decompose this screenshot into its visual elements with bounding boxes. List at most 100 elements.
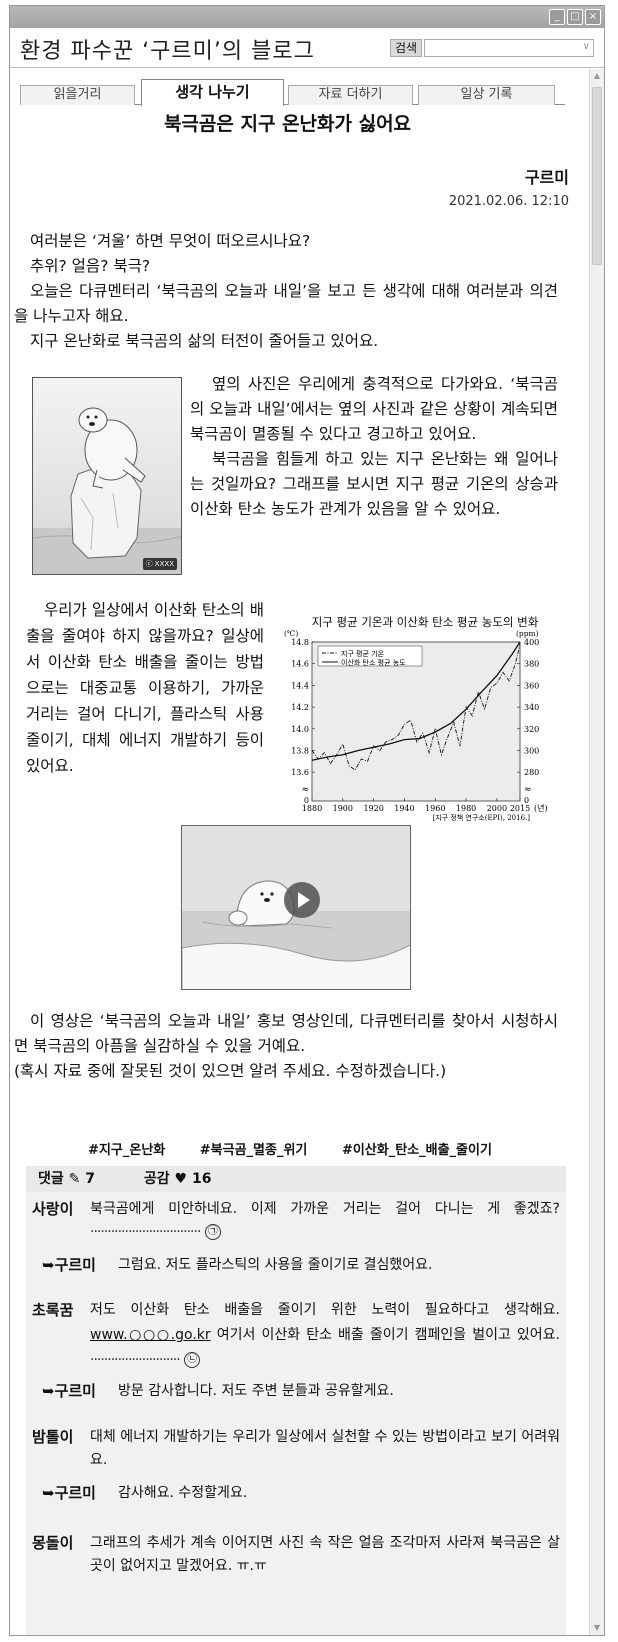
reply-text: 방문 감사합니다. 저도 주변 분들과 공유할게요. (118, 1383, 394, 1399)
comment-text: 북극곰에게 미안하네요. 이제 가까운 거리는 걸어 다니는 게 좋겠죠? (90, 1201, 560, 1217)
tab-reading[interactable]: 읽을거리 (20, 85, 135, 105)
comment-author[interactable]: 초록꿈 (32, 1298, 73, 1323)
y-left-tick-label: 13.6 (291, 768, 309, 777)
polar-bear-photo: ⓒ XXXX (32, 377, 182, 575)
y-left-tick-label: 13.8 (291, 746, 309, 755)
play-icon[interactable] (284, 882, 320, 918)
reply-item: ➥구르미 방문 감사합니다. 저도 주변 분들과 공유할게요. (32, 1380, 560, 1403)
hashtag-link[interactable]: #북극곰_멸종_위기 (200, 1143, 308, 1158)
comment-list: 사랑이 북극곰에게 미안하네요. 이제 가까운 거리는 걸어 다니는 게 좋겠죠… (26, 1192, 566, 1635)
chart-canvas: (℃) (ppm) 13.6 13.8 14.0 14.2 14.4 14.6 14.8 280 3… (284, 629, 548, 822)
y-left-unit: (℃) (284, 629, 298, 638)
intro-line: 오늘은 다큐멘터리 ‘북극곰의 오늘과 내일’을 보고 든 생각에 대해 여러분… (14, 282, 558, 325)
comment-count-label[interactable]: 댓글 (38, 1171, 64, 1187)
x-tick-label: 1980 (456, 804, 476, 813)
x-tick-label: 1920 (363, 804, 383, 813)
video-text: 이 영상은 ‘북극곰의 오늘과 내일’ 홍보 영상인데, 다큐멘터리를 찾아서 … (14, 1012, 558, 1055)
chevron-down-icon[interactable]: ∨ (583, 41, 590, 52)
post-content: 읽을거리 생각 나누기 자료 더하기 일상 기록 북극곰은 지구 온난화가 싫어… (10, 69, 589, 1635)
pencil-icon: ✎ (68, 1171, 81, 1187)
intro-line: 지구 온난화로 북극곰의 삶의 터전이 줄어들고 있어요. (30, 332, 379, 350)
blog-header: 환경 파수꾼 ‘구르미’의 블로그 검색 ∨ (10, 28, 604, 68)
comment-author[interactable]: 밤톨이 (32, 1426, 73, 1449)
minimize-icon[interactable]: _ (549, 9, 565, 25)
campaign-link[interactable]: www.○○○.go.kr (90, 1327, 211, 1343)
y-right-tick-label: 320 (524, 725, 539, 734)
y-right-tick-label: 280 (524, 768, 539, 777)
reply-author[interactable]: ➥구르미 (42, 1380, 96, 1403)
chart-source: [지구 정책 연구소(EPI), 2016.] (432, 813, 530, 822)
reply-author[interactable]: ➥구르미 (42, 1482, 96, 1505)
x-tick-label: 1900 (333, 804, 353, 813)
category-tabs: 읽을거리 생각 나누기 자료 더하기 일상 기록 (20, 79, 565, 106)
scroll-up-icon[interactable]: ▲ (591, 70, 603, 82)
polar-bear-on-ice-illustration (33, 407, 181, 574)
close-icon[interactable]: × (585, 9, 601, 25)
comment-item: 몽돌이 그래프의 추세가 계속 이어지면 사진 속 작은 얼음 조각마저 사라져… (32, 1532, 560, 1578)
comment-item: 사랑이 북극곰에게 미안하네요. 이제 가까운 거리는 걸어 다니는 게 좋겠죠… (32, 1198, 560, 1244)
y-left-tick-label: 14.2 (291, 703, 309, 712)
comment-item: 밤톨이 대체 에너지 개발하기는 우리가 일상에서 실천할 수 있는 방법이라고… (32, 1426, 560, 1472)
comment-count: 7 (85, 1171, 95, 1187)
tab-sharing-thoughts[interactable]: 생각 나누기 (141, 79, 284, 106)
comment-stats-bar: 댓글 ✎ 7 공감 ♥ 16 (26, 1166, 566, 1192)
heart-icon[interactable]: ♥ (175, 1171, 188, 1187)
post-author[interactable]: 구르미 (525, 164, 569, 188)
chart-paragraph: 우리가 일상에서 이산화 탄소의 배출을 줄여야 하지 않을까요? 일상에서 이… (26, 597, 264, 779)
x-tick-label: 1940 (394, 804, 414, 813)
post-date: 2021.02.06. 12:10 (448, 194, 569, 209)
comment-text: 여기서 이산화 탄소 배출 줄이기 캠페인을 벌이고 있어요. (216, 1327, 561, 1343)
scroll-down-icon[interactable]: ▼ (591, 1622, 603, 1634)
chart-text: 우리가 일상에서 이산화 탄소의 배출을 줄여야 하지 않을까요? 일상에서 이… (26, 601, 264, 775)
maximize-icon[interactable]: □ (567, 9, 583, 25)
leader-dots: ·························· (90, 1352, 181, 1368)
license-badge: ⓒ XXXX (142, 558, 177, 570)
y-left-tick-label: 14.0 (291, 725, 309, 734)
y-right-tick-label: 380 (524, 660, 539, 669)
intro-paragraph: 여러분은 ‘겨울’ 하면 무엇이 떠오르시나요? 추위? 얼음? 북극? 오늘은… (14, 229, 558, 354)
comment-author[interactable]: 사랑이 (32, 1198, 73, 1221)
video-note: (혹시 자료 중에 잘못된 것이 있으면 알려 주세요. 수정하겠습니다.) (14, 1062, 447, 1080)
photo-text: 옆의 사진은 우리에게 충격적으로 다가와요. ‘북극곰의 오늘과 내일’에서는… (190, 375, 558, 443)
comment-item: 초록꿈 저도 이산화 탄소 배출을 줄이기 위한 노력이 필요하다고 생각해요.… (32, 1298, 560, 1373)
reply-author[interactable]: ➥구르미 (42, 1254, 96, 1277)
post-title: 북극곰은 지구 온난화가 싫어요 (163, 113, 412, 135)
reply-item: ➥구르미 그럼요. 저도 플라스틱의 사용을 줄이기로 결심했어요. (32, 1254, 560, 1277)
like-count: 16 (191, 1171, 212, 1187)
comment-text: 대체 에너지 개발하기는 우리가 일상에서 실천할 수 있는 방법이라고 보기 … (90, 1429, 560, 1468)
hashtag-link[interactable]: #이산화_탄소_배출_줄이기 (342, 1143, 492, 1158)
scroll-thumb[interactable] (592, 87, 602, 265)
intro-line: 추위? 얼음? 북극? (30, 257, 151, 275)
comment-marker: ㉡ (184, 1352, 201, 1368)
y-right-tick-label: 340 (524, 703, 539, 712)
y-left-tick-label: 14.6 (291, 660, 309, 669)
y-left-tick-label: 14.4 (291, 681, 309, 690)
reply-text: 그럼요. 저도 플라스틱의 사용을 줄이기로 결심했어요. (118, 1257, 433, 1273)
video-player[interactable] (181, 825, 411, 990)
title-bar: _ □ × (10, 6, 604, 28)
axis-break-right: ≈ (524, 785, 532, 795)
comment-body: 저도 이산화 탄소 배출을 줄이기 위한 노력이 필요하다고 생각해요. www… (90, 1298, 560, 1373)
tab-adding-data[interactable]: 자료 더하기 (288, 85, 413, 105)
comment-marker: ㉠ (204, 1224, 221, 1240)
x-tick-label: 1960 (425, 804, 445, 813)
search-input[interactable]: ∨ (424, 39, 594, 57)
browser-window: _ □ × 환경 파수꾼 ‘구르미’의 블로그 검색 ∨ ▲ ▼ 읽을거리 생각… (9, 5, 605, 1636)
photo-paragraph: 옆의 사진은 우리에게 충격적으로 다가와요. ‘북극곰의 오늘과 내일’에서는… (190, 372, 558, 522)
like-count-label[interactable]: 공감 (144, 1171, 170, 1187)
comment-text: 저도 이산화 탄소 배출을 줄이기 위한 노력이 필요하다고 생각해요. (90, 1302, 560, 1318)
temperature-co2-chart: 지구 평균 기온과 이산화 탄소 평균 농도의 변화 (℃) (ppm) 13.6 1… (280, 614, 570, 834)
comment-body: 북극곰에게 미안하네요. 이제 가까운 거리는 걸어 다니는 게 좋겠죠? ··… (90, 1198, 560, 1244)
vertical-scrollbar[interactable]: ▲ ▼ (589, 69, 604, 1635)
comment-text: 그래프의 추세가 계속 이어지면 사진 속 작은 얼음 조각마저 사라져 북극곰… (90, 1535, 560, 1574)
window-controls: _ □ × (549, 9, 601, 25)
intro-line: 여러분은 ‘겨울’ 하면 무엇이 떠오르시나요? (30, 232, 311, 250)
search-button[interactable]: 검색 (390, 39, 423, 57)
hashtag-link[interactable]: #지구_온난화 (88, 1143, 165, 1158)
x-tick-label: 2000 (487, 804, 507, 813)
y-left-tick-label: 14.8 (291, 638, 309, 647)
tab-daily-log[interactable]: 일상 기록 (418, 85, 555, 105)
x-tick-label: 2015 (510, 804, 530, 813)
comment-author[interactable]: 몽돌이 (32, 1532, 73, 1555)
video-paragraph: 이 영상은 ‘북극곰의 오늘과 내일’ 홍보 영상인데, 다큐멘터리를 찾아서 … (14, 1009, 558, 1084)
